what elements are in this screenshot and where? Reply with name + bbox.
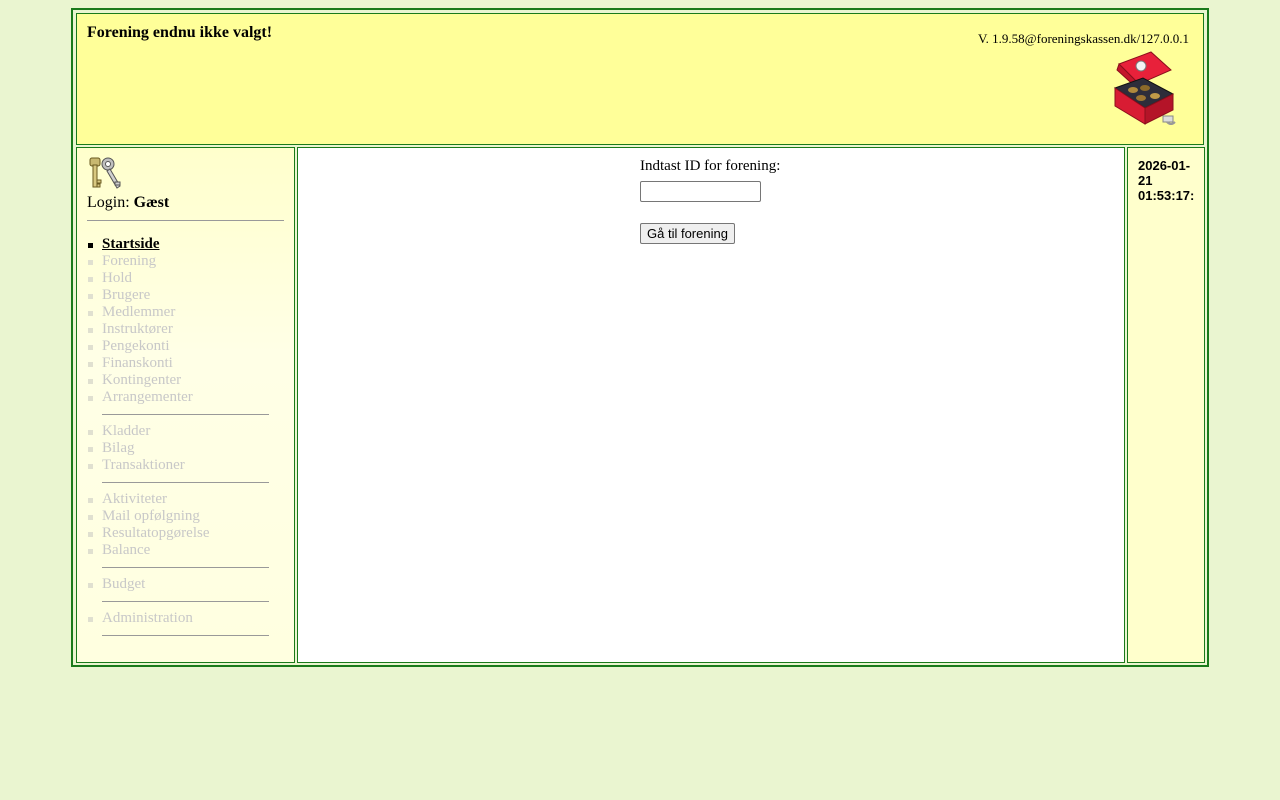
menu-item-finanskonti[interactable]: Finanskonti (87, 355, 287, 372)
menu-item-forening[interactable]: Forening (87, 253, 287, 270)
menu-item-bilag[interactable]: Bilag (87, 440, 287, 457)
menu-item-arrangementer[interactable]: Arrangementer (87, 389, 287, 406)
forening-id-input[interactable] (640, 181, 761, 202)
menu-item-medlemmer[interactable]: Medlemmer (87, 304, 287, 321)
menu-item-brugere[interactable]: Brugere (87, 287, 287, 304)
login-user: Gæst (133, 194, 170, 211)
divider (87, 220, 284, 221)
menu-item-hold[interactable]: Hold (87, 270, 287, 287)
header: Forening endnu ikke valgt! V. 1.9.58@for… (76, 13, 1204, 145)
menu-divider (87, 559, 287, 576)
menu-item-startside[interactable]: Startside (87, 236, 287, 253)
page-title: Forening endnu ikke valgt! (87, 24, 273, 41)
cashbox-icon (1111, 50, 1177, 130)
sidebar: Login: Gæst Startside Forening Hold Brug… (76, 147, 295, 663)
menu-item-resultatopgoerelse[interactable]: Resultatopgørelse (87, 525, 287, 542)
menu-item-balance[interactable]: Balance (87, 542, 287, 559)
menu-item-pengekonti[interactable]: Pengekonti (87, 338, 287, 355)
menu-item-kladder[interactable]: Kladder (87, 423, 287, 440)
menu-item-aktiviteter[interactable]: Aktiviteter (87, 491, 287, 508)
go-to-forening-button[interactable]: Gå til forening (640, 223, 735, 244)
menu-divider (87, 406, 287, 423)
menu-divider (87, 627, 287, 644)
menu-divider (87, 593, 287, 610)
menu-item-instruktoerer[interactable]: Instruktører (87, 321, 287, 338)
menu-item-administration[interactable]: Administration (87, 610, 287, 627)
main-menu: Startside Forening Hold Brugere Medlemme… (87, 236, 287, 644)
version-info: V. 1.9.58@foreningskassen.dk/127.0.0.1 (977, 31, 1189, 46)
id-prompt-label: Indtast ID for forening: (640, 158, 781, 174)
menu-item-transaktioner[interactable]: Transaktioner (87, 457, 287, 474)
menu-item-budget[interactable]: Budget (87, 576, 287, 593)
menu-item-mail-opfoelgning[interactable]: Mail opfølgning (87, 508, 287, 525)
menu-divider (87, 474, 287, 491)
login-label: Login: (87, 194, 130, 211)
login-status: Login: Gæst (87, 194, 169, 212)
main-content: Indtast ID for forening: Gå til forening (297, 147, 1125, 663)
datetime-display: 2026-01-21 01:53:17: (1138, 158, 1195, 203)
right-column: 2026-01-21 01:53:17: (1127, 147, 1205, 663)
menu-item-kontingenter[interactable]: Kontingenter (87, 372, 287, 389)
keys-icon (88, 156, 124, 194)
page-frame: Forening endnu ikke valgt! V. 1.9.58@for… (71, 8, 1209, 667)
